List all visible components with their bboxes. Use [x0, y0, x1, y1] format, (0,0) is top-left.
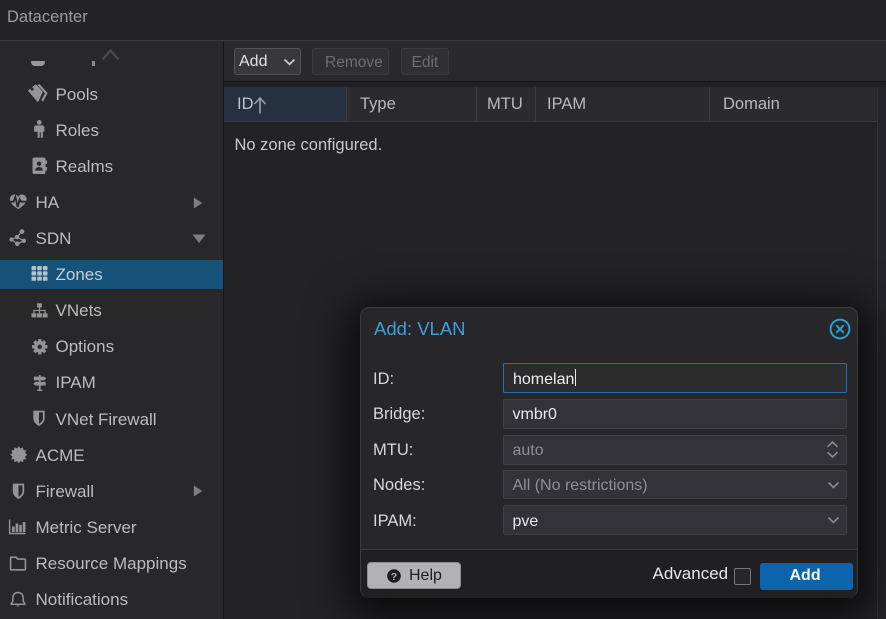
svg-text:?: ? — [390, 571, 396, 583]
